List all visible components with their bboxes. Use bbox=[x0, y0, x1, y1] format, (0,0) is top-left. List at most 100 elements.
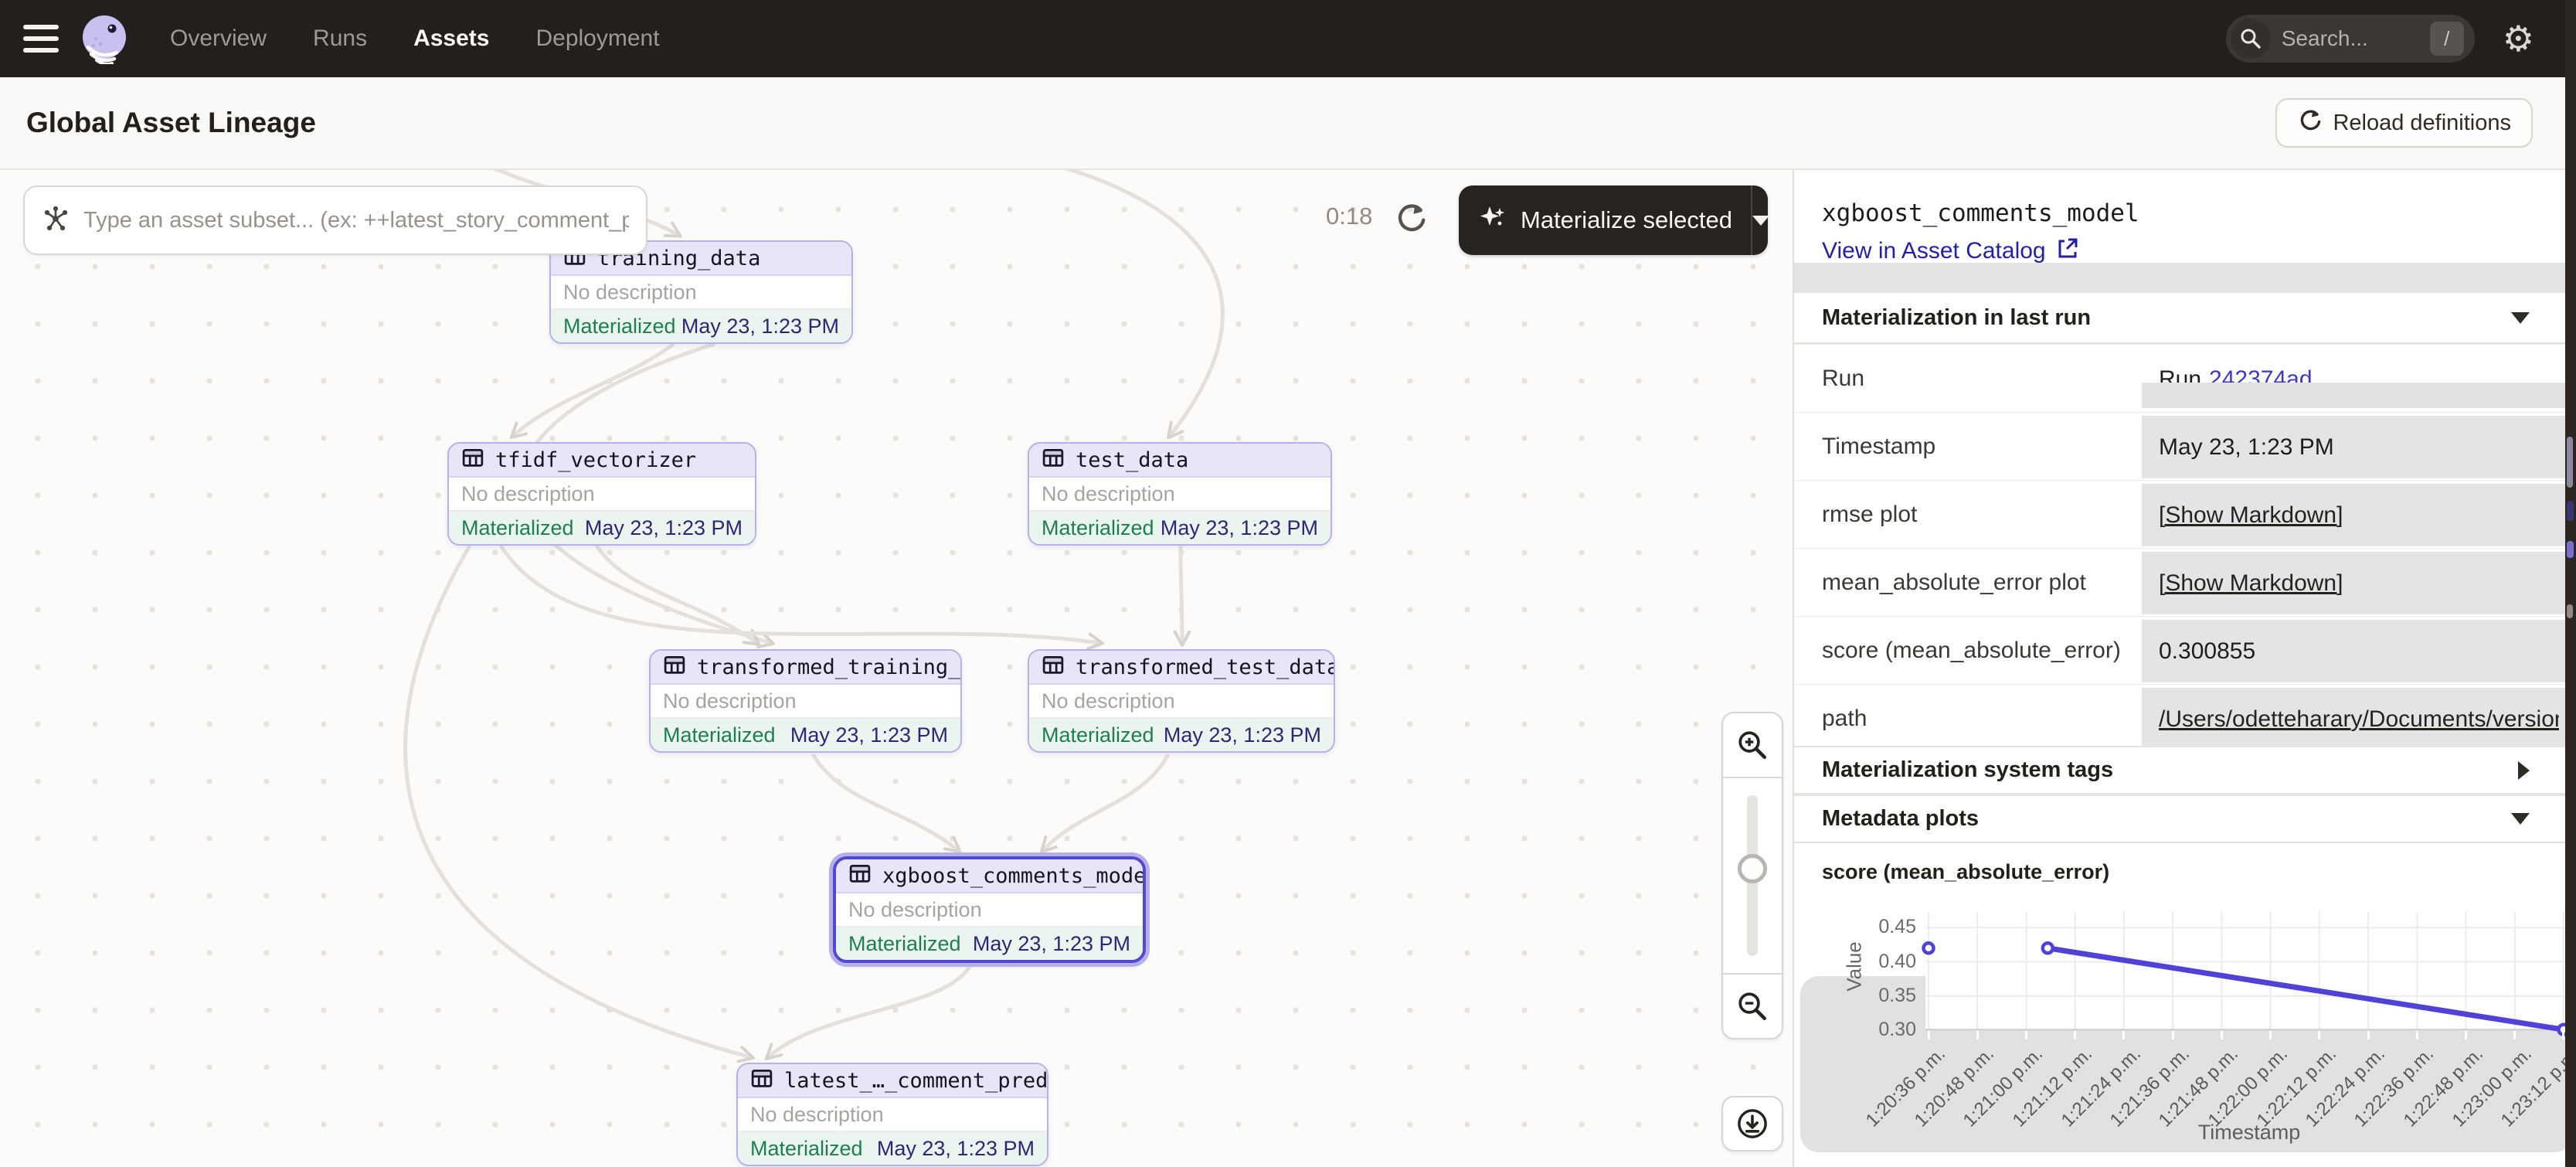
asset-node-tfidf_vectorizer[interactable]: tfidf_vectorizer No description Material… bbox=[447, 442, 756, 546]
section-metadata-plots[interactable]: Metadata plots bbox=[1794, 794, 2576, 843]
asset-node-footer: Materialized May 23, 1:23 PM bbox=[449, 512, 755, 544]
zoom-out-button[interactable] bbox=[1723, 973, 1782, 1038]
metadata-label: score (mean_absolute_error) bbox=[1794, 617, 2142, 684]
materialize-selected-button[interactable]: Materialize selected bbox=[1459, 203, 1751, 238]
loading-shimmer-bar bbox=[1794, 263, 2576, 292]
x-axis-title: Timestamp bbox=[1925, 1121, 2573, 1145]
asset-node-footer: Materialized May 23, 1:23 PM bbox=[738, 1132, 1047, 1165]
x-tick-mark bbox=[2465, 1031, 2467, 1039]
asset-node-body: No description bbox=[1029, 685, 1334, 719]
nav-item-overview[interactable]: Overview bbox=[170, 26, 267, 52]
asset-materialization-time[interactable]: May 23, 1:23 PM bbox=[681, 315, 839, 339]
nav-item-deployment[interactable]: Deployment bbox=[535, 26, 659, 52]
zoom-control bbox=[1721, 712, 1783, 1039]
nav-item-runs[interactable]: Runs bbox=[313, 26, 367, 52]
table-icon bbox=[461, 447, 484, 474]
asset-node-xgboost_comments_model[interactable]: xgboost_comments_model No description Ma… bbox=[833, 856, 1146, 963]
x-tick-mark bbox=[2269, 1031, 2272, 1039]
section-materialization-system-tags[interactable]: Materialization system tags bbox=[1794, 746, 2576, 794]
table-icon bbox=[848, 862, 872, 890]
table-icon bbox=[1042, 654, 1065, 681]
metadata-row-run: RunRun242374ad bbox=[1794, 344, 2576, 412]
metadata-value: Run242374ad bbox=[2142, 345, 2576, 412]
asset-node-footer: Materialized May 23, 1:23 PM bbox=[651, 719, 960, 751]
x-tick-mark bbox=[1928, 1031, 1930, 1039]
main-content: Type an asset subset... (ex: ++latest_st… bbox=[0, 170, 2576, 1167]
chart-title: score (mean_absolute_error) bbox=[1822, 860, 2109, 884]
reload-definitions-button[interactable]: Reload definitions bbox=[2275, 98, 2533, 148]
lineage-graph-canvas[interactable]: Type an asset subset... (ex: ++latest_st… bbox=[0, 170, 1793, 1167]
zoom-in-button[interactable] bbox=[1723, 713, 1782, 778]
asset-node-body: No description bbox=[738, 1098, 1047, 1132]
run-id-link[interactable]: 242374ad bbox=[2209, 366, 2312, 393]
show-markdown-link[interactable]: [Show Markdown] bbox=[2159, 570, 2343, 597]
path-link[interactable]: /Users/odetteharary/Documents/version bbox=[2159, 706, 2559, 733]
metadata-value: [Show Markdown] bbox=[2142, 549, 2576, 616]
asset-status-badge: Materialized bbox=[1042, 723, 1154, 747]
asset-node-header: test_data bbox=[1029, 444, 1330, 478]
view-in-asset-catalog-link[interactable]: View in Asset Catalog bbox=[1822, 236, 2078, 266]
zoom-slider[interactable] bbox=[1723, 778, 1782, 973]
sparkle-icon bbox=[1477, 203, 1508, 238]
menu-hamburger-icon[interactable] bbox=[23, 25, 59, 53]
global-search-input[interactable]: Search... / bbox=[2226, 15, 2475, 63]
asset-node-training_data[interactable]: training_data No description Materialize… bbox=[549, 240, 853, 344]
asset-node-name: transformed_training_data bbox=[697, 655, 962, 679]
asset-node-name: latest_…_comment_predictions bbox=[784, 1069, 1048, 1093]
asset-materialization-time[interactable]: May 23, 1:23 PM bbox=[1164, 723, 1321, 747]
asset-node-test_data[interactable]: test_data No description Materialized Ma… bbox=[1028, 442, 1332, 546]
app-window: Overview Runs Assets Deployment Search... /… bbox=[0, 0, 2576, 1167]
metadata-value: /Users/odetteharary/Documents/version bbox=[2142, 685, 2576, 752]
search-icon bbox=[2231, 19, 2271, 59]
top-nav: Overview Runs Assets Deployment Search... /… bbox=[0, 0, 2576, 77]
zoom-slider-thumb[interactable] bbox=[1738, 854, 1767, 883]
asset-status-badge: Materialized bbox=[750, 1137, 863, 1161]
asset-node-footer: Materialized May 23, 1:23 PM bbox=[551, 310, 851, 342]
table-icon bbox=[750, 1067, 773, 1094]
asset-node-header: transformed_test_data bbox=[1029, 651, 1334, 685]
asset-materialization-time[interactable]: May 23, 1:23 PM bbox=[790, 723, 948, 747]
table-icon bbox=[1042, 447, 1065, 474]
metadata-value: 0.300855 bbox=[2142, 617, 2576, 684]
asset-node-body: No description bbox=[1029, 478, 1330, 512]
asset-node-description: No description bbox=[750, 1103, 884, 1127]
asset-node-name: test_data bbox=[1076, 448, 1188, 472]
page-header: Global Asset Lineage Reload definitions bbox=[0, 77, 2576, 170]
section-materialization-in-last-run[interactable]: Materialization in last run bbox=[1794, 291, 2576, 344]
asset-status-badge: Materialized bbox=[848, 932, 961, 956]
asset-node-footer: Materialized May 23, 1:23 PM bbox=[836, 927, 1143, 960]
show-markdown-link[interactable]: [Show Markdown] bbox=[2159, 502, 2343, 529]
refresh-icon bbox=[2297, 107, 2322, 138]
nav-item-assets[interactable]: Assets bbox=[413, 26, 489, 52]
asset-details-panel: xgboost_comments_model View in Asset Cat… bbox=[1793, 170, 2576, 1167]
asset-node-header: transformed_training_data bbox=[651, 651, 960, 685]
y-tick-label: 0.40 bbox=[1825, 951, 1916, 973]
asset-materialization-time[interactable]: May 23, 1:23 PM bbox=[585, 516, 743, 540]
asset-node-transformed_test_data[interactable]: transformed_test_data No description Mat… bbox=[1028, 649, 1335, 753]
nav-menu: Overview Runs Assets Deployment bbox=[170, 26, 660, 52]
y-tick-label: 0.30 bbox=[1825, 1019, 1916, 1041]
dagster-logo[interactable] bbox=[79, 13, 130, 64]
y-tick-label: 0.35 bbox=[1825, 985, 1916, 1007]
download-image-button[interactable] bbox=[1721, 1096, 1783, 1152]
metadata-label: mean_absolute_error plot bbox=[1794, 549, 2142, 616]
asset-node-latest__comment_predictions[interactable]: latest_…_comment_predictions No descript… bbox=[736, 1063, 1048, 1166]
asset-node-transformed_training_data[interactable]: transformed_training_data No description… bbox=[649, 649, 962, 753]
graph-refresh-icon[interactable] bbox=[1392, 199, 1428, 239]
metadata-label: rmse plot bbox=[1794, 481, 2142, 548]
asset-node-footer: Materialized May 23, 1:23 PM bbox=[1029, 719, 1334, 751]
x-tick-mark bbox=[2172, 1031, 2174, 1039]
asset-node-header: latest_…_comment_predictions bbox=[738, 1064, 1047, 1098]
asset-materialization-time[interactable]: May 23, 1:23 PM bbox=[1161, 516, 1318, 540]
materialize-options-dropdown[interactable] bbox=[1751, 185, 1769, 255]
metadata-row-score-mean-absolute-error-: score (mean_absolute_error)0.300855 bbox=[1794, 616, 2576, 684]
asset-subset-input[interactable]: Type an asset subset... (ex: ++latest_st… bbox=[23, 185, 647, 255]
asset-node-body: No description bbox=[651, 685, 960, 719]
external-link-icon bbox=[2055, 236, 2078, 266]
metadata-value: May 23, 1:23 PM bbox=[2142, 413, 2576, 480]
asset-materialization-time[interactable]: May 23, 1:23 PM bbox=[877, 1137, 1035, 1161]
settings-gear-icon[interactable]: ⚙ bbox=[2503, 21, 2534, 56]
asset-materialization-time[interactable]: May 23, 1:23 PM bbox=[973, 932, 1130, 956]
refresh-countdown: 0:18 bbox=[1326, 202, 1372, 230]
page-title: Global Asset Lineage bbox=[26, 107, 316, 139]
